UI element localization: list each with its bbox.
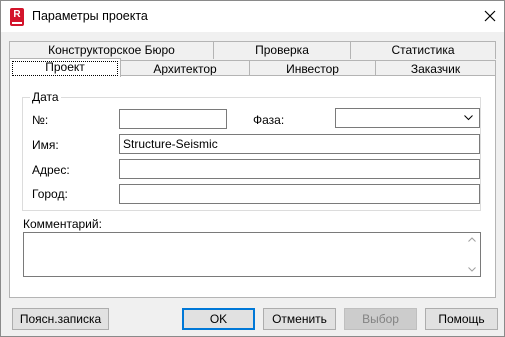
tab-label: Статистика [391,43,455,57]
tab-label: Заказчик [410,62,461,76]
explanatory-note-button[interactable]: Поясн.записка [12,308,109,330]
tab-statistics[interactable]: Статистика [350,41,496,59]
address-input[interactable] [119,159,480,179]
name-input[interactable]: Structure-Seismic [119,134,480,154]
phase-select[interactable] [335,108,480,128]
tab-label: Конструкторское Бюро [48,43,175,57]
name-label: Имя: [32,138,59,152]
title-bar: R Параметры проекта [1,1,504,32]
revit-app-icon: R [10,8,24,26]
city-label: Город: [32,187,68,201]
tab-project[interactable]: Проект [9,58,121,77]
data-group-legend: Дата [30,90,61,104]
window-title: Параметры проекта [32,9,148,23]
select-button[interactable]: Выбор [344,308,417,330]
number-label: №: [32,113,49,127]
project-parameters-dialog: R Параметры проекта Конструкторское Бюро… [0,0,505,337]
phase-label: Фаза: [253,113,285,127]
address-label: Адрес: [32,163,70,177]
tab-label: Архитектор [153,62,217,76]
comment-textarea[interactable] [23,232,481,277]
close-button[interactable] [475,1,504,32]
comment-label: Комментарий: [23,217,102,231]
scroll-down-icon [468,267,476,272]
cancel-button[interactable]: Отменить [263,308,336,330]
help-button[interactable]: Помощь [425,308,498,330]
city-input[interactable] [119,184,480,204]
tab-design-bureau[interactable]: Конструкторское Бюро [9,41,214,59]
tab-label: Проверка [255,43,309,57]
chevron-down-icon [464,115,473,121]
number-input[interactable] [119,109,227,129]
tab-check[interactable]: Проверка [213,41,351,59]
tab-label: Инвестор [286,62,339,76]
close-icon [484,10,496,22]
app-icon-letter: R [13,9,21,20]
scroll-up-icon [468,237,476,242]
ok-button[interactable]: OK [182,308,255,330]
